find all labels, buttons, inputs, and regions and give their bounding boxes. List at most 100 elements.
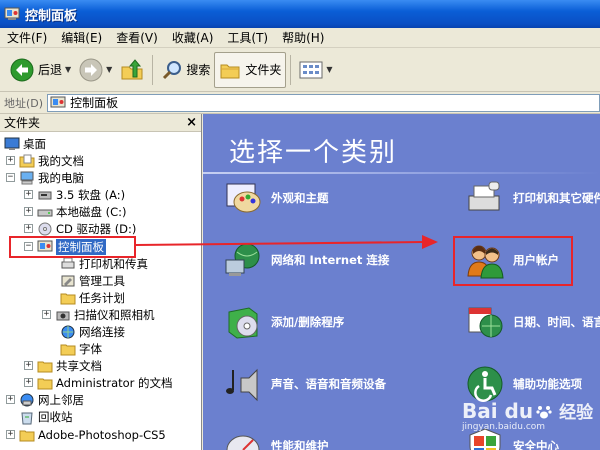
tree-item-label: CD 驱动器 (D:) xyxy=(56,221,137,236)
back-dropdown-icon[interactable]: ▼ xyxy=(65,65,71,74)
tree-item-label: 我的文档 xyxy=(38,153,84,168)
expand-icon[interactable]: + xyxy=(42,310,51,319)
expand-icon[interactable]: + xyxy=(24,361,33,370)
tree-item-photoshop[interactable]: + Adobe-Photoshop-CS5 xyxy=(6,426,166,443)
fonts-folder-icon xyxy=(60,344,76,355)
category-label: 外观和主题 xyxy=(271,191,329,205)
expand-icon[interactable]: + xyxy=(24,378,33,387)
category-label: 性能和维护 xyxy=(271,439,329,450)
tree-item-fonts[interactable]: 字体 xyxy=(60,340,102,357)
up-folder-button[interactable] xyxy=(116,52,148,88)
tree-item-label: 回收站 xyxy=(38,409,73,424)
forward-dropdown-icon[interactable]: ▼ xyxy=(106,65,112,74)
views-button[interactable]: ▼ xyxy=(295,52,336,88)
add-remove-programs-icon xyxy=(228,307,258,339)
title-underline xyxy=(203,172,600,174)
menu-tools[interactable]: 工具(T) xyxy=(220,29,275,46)
tree-item-scheduled-tasks[interactable]: 任务计划 xyxy=(60,289,125,306)
tree-item-floppy[interactable]: + 3.5 软盘 (A:) xyxy=(24,186,125,203)
tree-item-label: 任务计划 xyxy=(79,290,125,305)
menu-help[interactable]: 帮助(H) xyxy=(275,29,331,46)
recycle-bin-icon xyxy=(21,412,33,424)
address-field[interactable]: 控制面板 xyxy=(47,93,600,112)
expand-icon[interactable]: + xyxy=(6,430,15,439)
tree-item-desktop[interactable]: 桌面 xyxy=(4,135,46,152)
scanner-camera-icon xyxy=(56,311,70,320)
expand-icon[interactable]: + xyxy=(24,190,33,199)
tree-item-label: Administrator 的文档 xyxy=(56,375,173,390)
expand-icon[interactable]: + xyxy=(24,224,33,233)
category-label: 添加/删除程序 xyxy=(271,315,345,329)
control-panel-icon xyxy=(4,7,20,20)
menu-favorites[interactable]: 收藏(A) xyxy=(165,29,221,46)
menu-file[interactable]: 文件(F) xyxy=(0,29,54,46)
tree-item-label: 共享文档 xyxy=(56,358,102,373)
category-date-time-language[interactable]: 日期、时间、语言和区域设置 xyxy=(465,302,600,342)
printer-hardware-icon xyxy=(468,181,500,211)
category-label: 声音、语音和音频设备 xyxy=(271,377,386,391)
forward-arrow-icon xyxy=(79,58,103,81)
page-title: 选择一个类别 xyxy=(229,138,398,168)
folders-label: 文件夹 xyxy=(245,63,282,77)
menu-view[interactable]: 查看(V) xyxy=(109,29,165,46)
toolbar-separator xyxy=(290,54,292,85)
category-sounds[interactable]: 声音、语音和音频设备 xyxy=(223,364,386,404)
tree-item-scanners[interactable]: + 扫描仪和照相机 xyxy=(42,306,155,323)
tree-item-my-documents[interactable]: + 我的文档 xyxy=(6,152,84,169)
tree-item-network-places[interactable]: + 网上邻居 xyxy=(6,391,84,408)
forward-button[interactable]: ▼ xyxy=(75,52,116,88)
tree-item-recycle-bin[interactable]: 回收站 xyxy=(19,408,73,425)
views-icon xyxy=(299,61,323,78)
folders-pane-header: 文件夹 × xyxy=(0,114,201,132)
menu-edit[interactable]: 编辑(E) xyxy=(54,29,109,46)
expand-icon[interactable]: + xyxy=(6,395,15,404)
collapse-icon[interactable]: − xyxy=(6,173,15,182)
tree-item-admin-documents[interactable]: + Administrator 的文档 xyxy=(24,374,173,391)
admin-tools-icon xyxy=(61,275,75,286)
title-bar: 控制面板 xyxy=(0,0,600,28)
watermark-brand: Bai du xyxy=(462,398,534,423)
toolbar: 后退 ▼ ▼ 搜索 文件夹 ▼ xyxy=(0,48,600,92)
category-label: 网络和 Internet 连接 xyxy=(271,253,390,267)
user-folder-icon xyxy=(37,378,53,389)
control-panel-highlight xyxy=(9,236,136,258)
tree-item-my-computer[interactable]: − 我的电脑 xyxy=(6,169,84,186)
search-label: 搜索 xyxy=(186,63,211,77)
category-network[interactable]: 网络和 Internet 连接 xyxy=(223,240,389,280)
category-add-remove-programs[interactable]: 添加/删除程序 xyxy=(223,302,344,342)
tree-item-local-disk[interactable]: + 本地磁盘 (C:) xyxy=(24,203,127,220)
tree-item-label: 3.5 软盘 (A:) xyxy=(56,187,126,202)
tree-item-admin-tools[interactable]: 管理工具 xyxy=(60,272,125,289)
tree-item-cd-drive[interactable]: + CD 驱动器 (D:) xyxy=(24,220,136,237)
performance-maintenance-icon xyxy=(226,435,260,450)
tree-item-shared-documents[interactable]: + 共享文档 xyxy=(24,357,102,374)
folder-icon xyxy=(19,430,35,441)
back-arrow-icon xyxy=(10,58,34,81)
computer-icon xyxy=(20,171,34,184)
documents-folder-icon xyxy=(19,154,35,167)
tree-item-label: 桌面 xyxy=(23,136,46,151)
tree-item-network-connections[interactable]: 网络连接 xyxy=(60,323,125,340)
category-label: 打印机和其它硬件 xyxy=(513,191,600,205)
back-button[interactable]: 后退 ▼ xyxy=(6,52,75,88)
category-performance[interactable]: 性能和维护 xyxy=(223,426,329,450)
folders-button[interactable]: 文件夹 xyxy=(214,51,287,88)
tree-item-label: 网上邻居 xyxy=(38,392,84,407)
tree-item-label: 网络连接 xyxy=(79,324,125,339)
views-dropdown-icon[interactable]: ▼ xyxy=(326,65,332,74)
close-icon[interactable]: × xyxy=(186,115,197,130)
search-button[interactable]: 搜索 xyxy=(157,52,214,88)
date-time-language-icon xyxy=(468,307,503,338)
expand-icon[interactable]: + xyxy=(6,156,15,165)
tree-item-label: 管理工具 xyxy=(79,273,125,288)
scheduled-tasks-folder-icon xyxy=(60,293,76,304)
tree-item-label: 本地磁盘 (C:) xyxy=(56,204,127,219)
category-label: 安全中心 xyxy=(513,439,559,450)
category-printers-hardware[interactable]: 打印机和其它硬件 xyxy=(465,178,600,218)
hard-disk-icon xyxy=(37,209,53,216)
up-folder-icon xyxy=(121,58,143,79)
desktop-icon xyxy=(4,137,20,150)
shared-folder-icon xyxy=(37,361,53,372)
category-appearance[interactable]: 外观和主题 xyxy=(223,178,329,218)
expand-icon[interactable]: + xyxy=(24,207,33,216)
